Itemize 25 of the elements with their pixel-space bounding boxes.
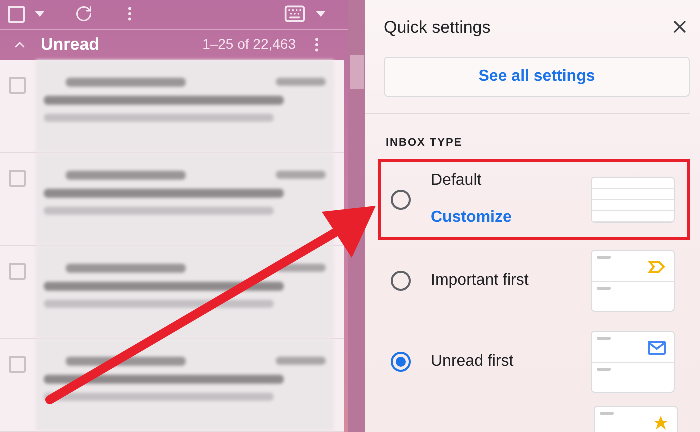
option-label[interactable]: Unread first bbox=[431, 350, 591, 374]
option-row[interactable]: Important first bbox=[378, 240, 690, 321]
page-range: 1–25 of 22,463 bbox=[202, 35, 296, 54]
star-icon bbox=[653, 416, 669, 430]
option-label[interactable]: Important first bbox=[431, 268, 591, 292]
envelope-icon bbox=[648, 340, 666, 354]
caret-icon[interactable] bbox=[316, 11, 326, 18]
label-tag-icon bbox=[648, 260, 666, 274]
caret-icon[interactable] bbox=[35, 11, 45, 18]
customize-link[interactable]: Customize bbox=[431, 206, 591, 230]
see-all-settings-button[interactable]: See all settings bbox=[384, 56, 690, 96]
keyboard-icon[interactable] bbox=[284, 3, 306, 26]
section-title: Unread bbox=[41, 34, 100, 56]
checkbox[interactable] bbox=[9, 170, 26, 187]
radio-button[interactable] bbox=[391, 270, 411, 290]
option-label[interactable]: Default bbox=[431, 169, 591, 193]
radio-button[interactable] bbox=[391, 352, 411, 372]
checkbox[interactable] bbox=[9, 356, 26, 373]
checkbox[interactable] bbox=[9, 77, 26, 94]
refresh-icon[interactable] bbox=[75, 5, 93, 24]
section-label: INBOX TYPE bbox=[386, 136, 464, 150]
panel-title: Quick settings bbox=[384, 16, 491, 39]
checkbox[interactable] bbox=[9, 263, 26, 280]
option-row[interactable]: Unread first bbox=[378, 321, 690, 402]
radio-button[interactable] bbox=[391, 190, 411, 210]
